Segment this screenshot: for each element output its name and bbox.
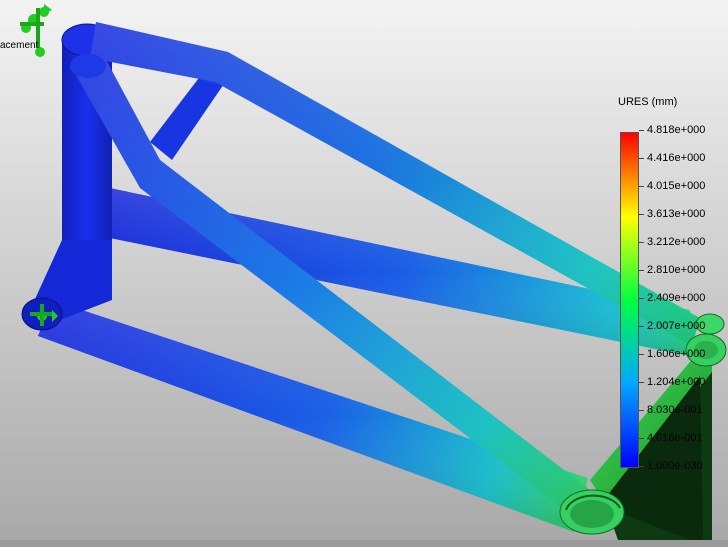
legend-tick-label: 2.810e+000 xyxy=(647,264,706,276)
legend-tick-label: 4.818e+000 xyxy=(647,124,706,136)
legend-tick-mark xyxy=(639,382,644,383)
legend-tick-mark xyxy=(639,130,644,131)
fixture-label: acement xyxy=(0,40,39,51)
legend-tick-label: 2.007e+000 xyxy=(647,320,706,332)
legend-tick-label: 4.015e+000 xyxy=(647,180,706,192)
legend-tick-mark xyxy=(639,438,644,439)
legend-tick-mark xyxy=(639,270,644,271)
viewport-bottom-border xyxy=(0,540,728,547)
legend-tick-label: 3.613e+000 xyxy=(647,208,706,220)
legend-tick-mark xyxy=(639,410,644,411)
legend-tick-label: 4.416e+000 xyxy=(647,152,706,164)
legend-tick-mark xyxy=(639,466,644,467)
legend-tick-mark xyxy=(639,326,644,327)
legend-tick-mark xyxy=(639,242,644,243)
legend-tick-mark xyxy=(639,354,644,355)
legend-tick-label: 1.606e+000 xyxy=(647,348,706,360)
legend-tick-label: 2.409e+000 xyxy=(647,292,706,304)
legend-tick-label: 1.204e+000 xyxy=(647,376,706,388)
legend-tick-mark xyxy=(639,298,644,299)
legend-tick-label: 1.000e-030 xyxy=(647,460,703,472)
legend-title: URES (mm) xyxy=(618,96,678,108)
graphics-viewport[interactable]: acement URES (mm) 4.818e+000 4.416e+000 4.… xyxy=(0,0,728,547)
legend-tick-label: 4.016e-001 xyxy=(647,432,703,444)
legend-color-bar xyxy=(620,132,639,468)
legend-tick-label: 8.030e-001 xyxy=(647,404,703,416)
model-render[interactable] xyxy=(0,0,728,547)
legend-tick-label: 3.212e+000 xyxy=(647,236,706,248)
legend-tick-mark xyxy=(639,186,644,187)
legend-tick-mark xyxy=(639,214,644,215)
legend-tick-mark xyxy=(639,158,644,159)
